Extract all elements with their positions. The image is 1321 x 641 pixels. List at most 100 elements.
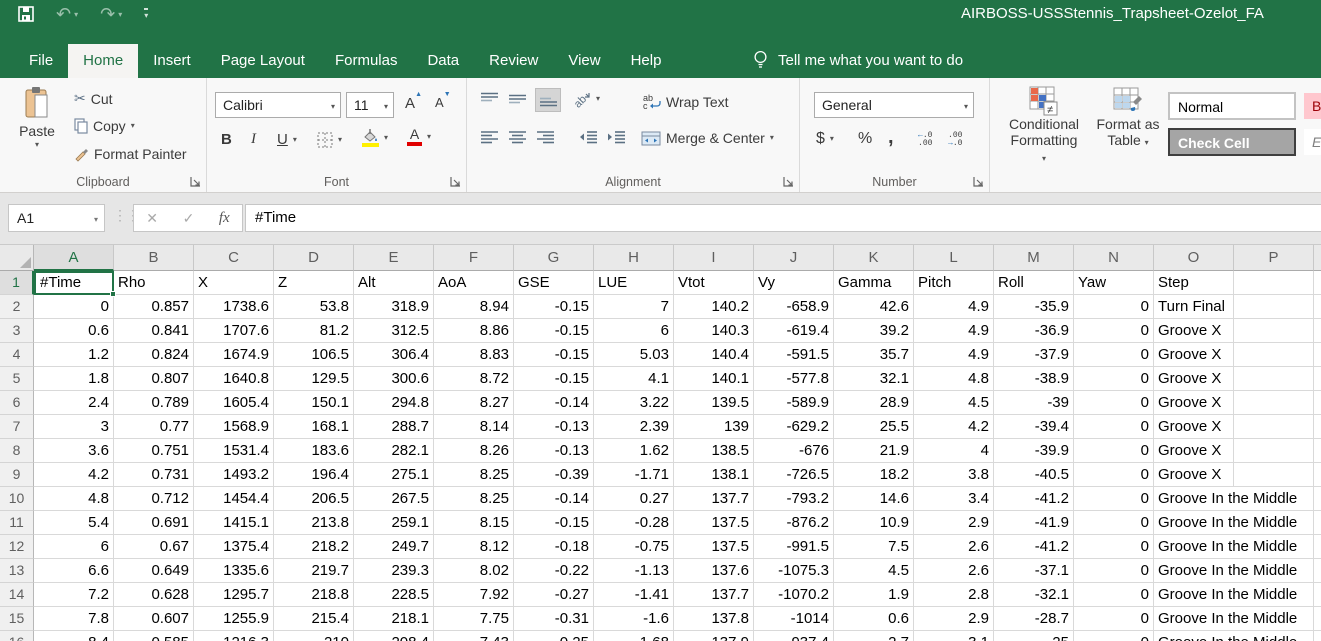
- format-as-table-button[interactable]: Format as Table ▾: [1094, 86, 1162, 148]
- cell-F5[interactable]: 8.72: [434, 367, 514, 391]
- cell-D16[interactable]: 210: [274, 631, 354, 641]
- cell-H4[interactable]: 5.03: [594, 343, 674, 367]
- cell-I5[interactable]: 140.1: [674, 367, 754, 391]
- cell-M5[interactable]: -38.9: [994, 367, 1074, 391]
- column-header-K[interactable]: K: [834, 245, 914, 271]
- cell-L16[interactable]: 3.1: [914, 631, 994, 641]
- cancel-button[interactable]: ✕: [146, 210, 158, 227]
- cell-A6[interactable]: 2.4: [34, 391, 114, 415]
- cell-D4[interactable]: 106.5: [274, 343, 354, 367]
- cell-D13[interactable]: 219.7: [274, 559, 354, 583]
- cell-C16[interactable]: 1216.3: [194, 631, 274, 641]
- cell-M1[interactable]: Roll: [994, 271, 1074, 295]
- cell-M7[interactable]: -39.4: [994, 415, 1074, 439]
- cell-H11[interactable]: -0.28: [594, 511, 674, 535]
- column-header-G[interactable]: G: [514, 245, 594, 271]
- orientation-caret-icon[interactable]: ▾: [596, 95, 600, 103]
- cell-E16[interactable]: 208.4: [354, 631, 434, 641]
- cell-F10[interactable]: 8.25: [434, 487, 514, 511]
- cell-I1[interactable]: Vtot: [674, 271, 754, 295]
- column-header-P[interactable]: P: [1234, 245, 1314, 271]
- cell-G1[interactable]: GSE: [514, 271, 594, 295]
- cell-M11[interactable]: -41.9: [994, 511, 1074, 535]
- cell-J13[interactable]: -1075.3: [754, 559, 834, 583]
- cell-A16[interactable]: 8.4: [34, 631, 114, 641]
- cell-N1[interactable]: Yaw: [1074, 271, 1154, 295]
- cell-E15[interactable]: 218.1: [354, 607, 434, 631]
- cell-A12[interactable]: 6: [34, 535, 114, 559]
- cell-K8[interactable]: 21.9: [834, 439, 914, 463]
- cell-P1[interactable]: [1234, 271, 1314, 295]
- cell-K11[interactable]: 10.9: [834, 511, 914, 535]
- cell-H1[interactable]: LUE: [594, 271, 674, 295]
- cell-E6[interactable]: 294.8: [354, 391, 434, 415]
- increase-indent-button[interactable]: [607, 130, 625, 144]
- cell-N3[interactable]: 0: [1074, 319, 1154, 343]
- cell-D10[interactable]: 206.5: [274, 487, 354, 511]
- cell-H12[interactable]: -0.75: [594, 535, 674, 559]
- cell-O10[interactable]: Groove In the Middle: [1154, 487, 1234, 511]
- cut-button[interactable]: ✂ Cut: [74, 90, 113, 107]
- cell-D7[interactable]: 168.1: [274, 415, 354, 439]
- cell-I10[interactable]: 137.7: [674, 487, 754, 511]
- cell-H10[interactable]: 0.27: [594, 487, 674, 511]
- cell-O2[interactable]: Turn Final: [1154, 295, 1234, 319]
- cell-O4[interactable]: Groove X: [1154, 343, 1234, 367]
- font-dialog-launcher[interactable]: [450, 176, 461, 187]
- cell-E4[interactable]: 306.4: [354, 343, 434, 367]
- cell-C9[interactable]: 1493.2: [194, 463, 274, 487]
- cell-partial-15[interactable]: [1314, 607, 1321, 631]
- cell-B7[interactable]: 0.77: [114, 415, 194, 439]
- cell-G6[interactable]: -0.14: [514, 391, 594, 415]
- cell-L12[interactable]: 2.6: [914, 535, 994, 559]
- underline-caret-icon[interactable]: ▾: [293, 136, 297, 144]
- cell-O13[interactable]: Groove In the Middle: [1154, 559, 1234, 583]
- cell-J11[interactable]: -876.2: [754, 511, 834, 535]
- undo-caret-icon[interactable]: ▾: [74, 10, 78, 19]
- cell-A14[interactable]: 7.2: [34, 583, 114, 607]
- cell-E1[interactable]: Alt: [354, 271, 434, 295]
- column-header-H[interactable]: H: [594, 245, 674, 271]
- cell-C11[interactable]: 1415.1: [194, 511, 274, 535]
- cell-F11[interactable]: 8.15: [434, 511, 514, 535]
- column-header-partial[interactable]: [1314, 245, 1321, 271]
- cell-N9[interactable]: 0: [1074, 463, 1154, 487]
- column-header-B[interactable]: B: [114, 245, 194, 271]
- cell-B2[interactable]: 0.857: [114, 295, 194, 319]
- cell-P6[interactable]: [1234, 391, 1314, 415]
- cell-partial-4[interactable]: [1314, 343, 1321, 367]
- cell-I3[interactable]: 140.3: [674, 319, 754, 343]
- cell-E14[interactable]: 228.5: [354, 583, 434, 607]
- cell-F13[interactable]: 8.02: [434, 559, 514, 583]
- cell-D8[interactable]: 183.6: [274, 439, 354, 463]
- copy-button[interactable]: Copy ▾: [74, 118, 135, 134]
- column-header-M[interactable]: M: [994, 245, 1074, 271]
- borders-button[interactable]: ▾: [317, 132, 342, 148]
- cell-K4[interactable]: 35.7: [834, 343, 914, 367]
- cell-I9[interactable]: 138.1: [674, 463, 754, 487]
- row-header-6[interactable]: 6: [0, 391, 34, 415]
- merge-center-button[interactable]: Merge & Center ▾: [641, 130, 774, 146]
- cell-K13[interactable]: 4.5: [834, 559, 914, 583]
- cell-G3[interactable]: -0.15: [514, 319, 594, 343]
- row-header-11[interactable]: 11: [0, 511, 34, 535]
- cell-C12[interactable]: 1375.4: [194, 535, 274, 559]
- number-format-combo[interactable]: General ▾: [814, 92, 974, 118]
- align-top-button[interactable]: [481, 92, 498, 106]
- cell-D6[interactable]: 150.1: [274, 391, 354, 415]
- cell-M6[interactable]: -39: [994, 391, 1074, 415]
- column-header-E[interactable]: E: [354, 245, 434, 271]
- cell-F9[interactable]: 8.25: [434, 463, 514, 487]
- cell-H14[interactable]: -1.41: [594, 583, 674, 607]
- cell-B1[interactable]: Rho: [114, 271, 194, 295]
- cell-partial-1[interactable]: [1314, 271, 1321, 295]
- tab-insert[interactable]: Insert: [138, 44, 206, 78]
- cell-J1[interactable]: Vy: [754, 271, 834, 295]
- cell-O7[interactable]: Groove X: [1154, 415, 1234, 439]
- tab-file[interactable]: File: [14, 44, 68, 78]
- cell-P7[interactable]: [1234, 415, 1314, 439]
- cell-N5[interactable]: 0: [1074, 367, 1154, 391]
- underline-button[interactable]: U ▾: [277, 131, 297, 148]
- cell-E8[interactable]: 282.1: [354, 439, 434, 463]
- select-all-button[interactable]: [0, 245, 34, 271]
